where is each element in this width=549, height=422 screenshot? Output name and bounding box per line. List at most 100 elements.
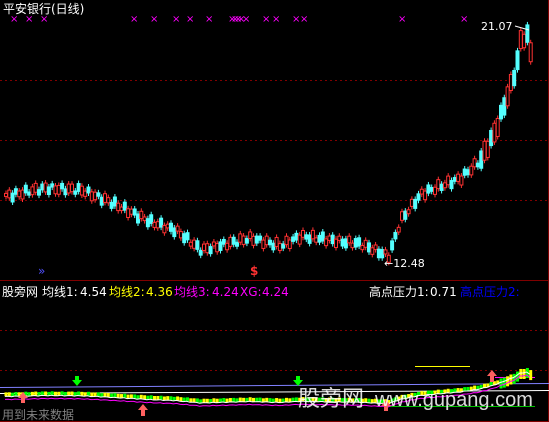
candle-body	[419, 188, 424, 195]
candle-body	[192, 239, 197, 249]
candle-body	[433, 186, 437, 195]
indicator-name[interactable]: 股旁网	[2, 285, 38, 299]
cross-mark: ×	[272, 14, 280, 25]
candle-body	[185, 232, 190, 241]
indicator-bar	[116, 393, 120, 398]
indicator-bar	[248, 397, 252, 402]
candle-body	[446, 175, 451, 186]
candle-body	[258, 235, 263, 241]
candle-body	[274, 236, 279, 247]
candle-body	[145, 218, 150, 228]
candle-body	[211, 241, 216, 247]
candle-body	[142, 216, 147, 222]
ma1-value: 4.54	[80, 285, 107, 299]
xg-value: 4.24	[262, 285, 289, 299]
candle-body	[7, 189, 12, 199]
indicator-bar	[40, 391, 44, 396]
candle-body	[522, 33, 527, 49]
candle-body	[119, 206, 124, 212]
candle-body	[429, 186, 434, 192]
low-price-label: ←12.48	[384, 257, 425, 270]
candle-body	[175, 225, 180, 232]
candle-body	[479, 150, 484, 169]
candle-body	[462, 168, 467, 176]
candle-body	[27, 191, 32, 196]
candle-body	[439, 183, 444, 191]
candle-body	[198, 249, 203, 256]
candle-body	[248, 231, 253, 239]
candle-body	[406, 209, 411, 215]
cross-mark: ×	[460, 14, 468, 25]
candle-body	[334, 238, 338, 249]
candle-body	[261, 239, 266, 249]
candle-body	[357, 237, 362, 247]
candle-body	[4, 192, 8, 197]
indicator-bar	[186, 397, 189, 402]
indicator-bar	[133, 394, 137, 399]
indicator-bar	[70, 391, 74, 396]
indicator-bar	[202, 398, 206, 403]
candle-body	[284, 235, 289, 246]
indicator-bar	[499, 378, 503, 389]
candle-body	[324, 238, 329, 247]
ma3-label: 均线3:	[174, 285, 210, 299]
indicator-bar	[232, 397, 236, 402]
window-title: 平安银行(日线)	[3, 2, 85, 16]
candle-body	[475, 162, 480, 168]
candle-body	[472, 158, 477, 168]
candle-body	[30, 186, 35, 196]
candle-body	[106, 197, 111, 204]
candle-body	[426, 184, 431, 194]
pressure1-label: 高点压力1:	[369, 285, 429, 299]
candle-body	[73, 190, 78, 195]
candle-body	[413, 198, 418, 209]
indicator-bar	[4, 392, 8, 397]
candle-body	[502, 97, 507, 116]
candle-body	[396, 226, 401, 233]
candle-body	[162, 225, 167, 234]
indicator-bar	[7, 392, 11, 397]
candle-body	[393, 231, 398, 240]
candle-body	[235, 241, 239, 247]
indicator-bar	[285, 397, 288, 402]
indicator-bar	[176, 396, 180, 401]
indicator-bar	[192, 398, 196, 403]
candle-body	[76, 183, 81, 192]
buy-arrow-icon	[72, 376, 303, 386]
candle-body	[70, 183, 74, 193]
candle-body	[251, 235, 256, 246]
candle-body	[56, 184, 61, 195]
candle-body	[376, 248, 381, 259]
indicator-bar	[212, 398, 216, 403]
candle-body	[132, 208, 137, 216]
collapse-arrows-icon[interactable]: »	[38, 264, 45, 278]
candle-body	[449, 180, 454, 190]
candlestick-series[interactable]	[4, 21, 533, 266]
candle-body	[485, 140, 490, 158]
candle-body	[515, 50, 520, 71]
candle-body	[314, 237, 319, 243]
candle-body	[337, 235, 342, 241]
candle-body	[469, 165, 474, 176]
candle-body	[268, 239, 272, 246]
candle-body	[409, 198, 414, 207]
pressure2-label: 高点压力2:	[460, 285, 520, 299]
candle-body	[492, 122, 497, 143]
xg-label: XG:	[240, 285, 262, 299]
candle-body	[383, 249, 388, 255]
candle-body	[139, 210, 144, 220]
candle-body	[17, 190, 22, 198]
candle-body	[244, 238, 249, 244]
indicator-bar	[166, 396, 170, 401]
chart-window: × × × × × × × × × × × × × × × × × × × 股旁…	[0, 0, 549, 422]
indicator-bar	[44, 391, 48, 396]
candle-body	[508, 73, 513, 92]
ma2-label: 均线2:	[109, 285, 145, 299]
candle-body	[436, 179, 441, 190]
indicator-bar	[367, 398, 371, 403]
candle-body	[360, 245, 365, 251]
candle-body	[195, 240, 200, 250]
indicator-bar	[265, 397, 269, 402]
chart-canvas[interactable]: × × × × × × × × ××××× × × × × × × 股旁网 ww…	[0, 0, 549, 422]
candle-body	[373, 244, 378, 251]
